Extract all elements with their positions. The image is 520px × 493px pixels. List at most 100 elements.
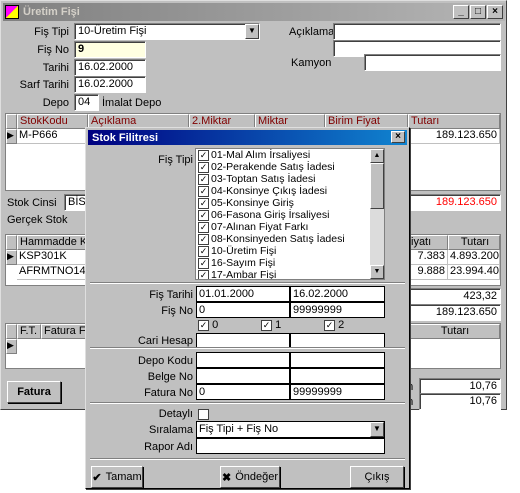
col-ft[interactable]: F.T. [17,324,41,339]
depo-kodu-from[interactable] [196,352,290,368]
chevron-down-icon[interactable]: ▼ [370,422,384,437]
chevron-down-icon[interactable]: ▼ [245,24,259,39]
table-row[interactable]: KSP301K [17,250,89,265]
dialog-title-bar[interactable]: Stok Filitresi × [88,130,407,145]
dlg-fis-tipi-label: Fiş Tipi [158,154,193,166]
depo-name: İmalat Depo [102,97,162,109]
checklist-item[interactable]: ✓ 03-Toptan Satış İadesi [196,173,384,185]
fis-no-field[interactable]: 9 [74,41,146,58]
maximize-icon[interactable]: □ [470,5,486,19]
checkbox-checked-icon[interactable]: ✓ [198,257,209,269]
detayli-label: Detaylı [158,408,193,420]
fis-tarihi-to[interactable]: 16.02.2000 [290,286,385,302]
checkbox-checked-icon[interactable]: ✓ [198,197,209,209]
checklist-item[interactable]: ✓ 06-Fasona Giriş İrsaliyesi [196,209,384,221]
col-hammadde[interactable]: Hammadde Ko [17,235,89,250]
table-cell[interactable]: 4.893.200 [448,250,500,265]
ondeger-button[interactable]: ✖ Öndeğer [220,466,280,488]
fis-tarihi-label: Fiş Tarihi [149,289,193,301]
checklist-item[interactable]: ✓ 05-Konsinye Giriş [196,197,384,209]
checkbox-checked-icon[interactable]: ✓ [198,319,209,331]
belge-no-from[interactable] [196,368,290,384]
grid2-corner [6,235,17,250]
checklist-item[interactable]: ✓ 04-Konsinye Çıkış İadesi [196,185,384,197]
fatura-no-from[interactable]: 0 [196,384,290,400]
checkbox-checked-icon[interactable]: ✓ [198,245,209,257]
checklist-item[interactable]: ✓ 01-Mal Alım İrsaliyesi [196,149,384,161]
check-0[interactable]: ✓ 0 [198,319,218,331]
table-cell[interactable]: 9.888 [408,265,448,280]
fis-no-from[interactable]: 0 [196,302,290,318]
tamam-button[interactable]: ✔ Tamam [91,466,143,488]
checkbox-checked-icon[interactable]: ✓ [198,149,209,161]
checkbox-checked-icon[interactable]: ✓ [198,161,209,173]
fis-tipi-label: Fiş Tipi [34,26,69,38]
gercek-stok-label: Gerçek Stok [7,214,68,226]
rapor-adi-field[interactable] [196,438,385,454]
depo-label: Depo [42,97,69,109]
checkbox-checked-icon[interactable]: ✓ [324,319,335,331]
fis-tarihi-from[interactable]: 01.01.2000 [196,286,290,302]
kamyon-field[interactable] [364,54,501,71]
dialog-close-icon[interactable]: × [391,131,405,143]
scroll-down-icon[interactable]: ▼ [370,265,384,279]
minimize-icon[interactable]: _ [453,5,469,19]
scroll-thumb[interactable] [370,163,384,209]
fatura-no-to[interactable]: 99999999 [290,384,385,400]
col-tutari3[interactable]: Tutarı [408,324,500,339]
table-cell[interactable]: 7.383 [408,250,448,265]
checkbox-checked-icon[interactable]: ✓ [198,173,209,185]
checklist-item[interactable]: ✓ 08-Konsinyeden Satış İadesi [196,233,384,245]
col-tutari2[interactable]: Tutarı [448,235,500,250]
table-row[interactable]: AFRMTNO14D [17,265,89,280]
depo-field[interactable]: 04 [74,94,99,111]
fatura-button[interactable]: Fatura [7,381,61,403]
fis-no-to[interactable]: 99999999 [290,302,385,318]
fis-tipi-select[interactable]: 10-Üretim Fişi ▼ [74,23,260,40]
checkbox-checked-icon[interactable]: ✓ [198,233,209,245]
scroll-up-icon[interactable]: ▲ [370,149,384,163]
close-icon[interactable]: × [487,5,503,19]
checkbox-checked-icon[interactable]: ✓ [198,185,209,197]
depo-kodu-to[interactable] [290,352,385,368]
belge-no-label: Belge No [147,371,193,383]
col-fiyati[interactable]: iyatı [408,235,448,250]
checklist-item[interactable]: ✓ 02-Perakende Satış İadesi [196,161,384,173]
checkbox-checked-icon[interactable]: ✓ [198,221,209,233]
checklist-item[interactable]: ✓ 17-Ambar Fişi [196,269,384,279]
cikis-button[interactable]: Çıkış [350,466,404,488]
checklist-item[interactable]: ✓ 07-Alınan Fiyat Farkı [196,221,384,233]
fis-no-label: Fiş No [37,44,69,56]
checklist-item[interactable]: ✓ 10-Üretim Fişi [196,245,384,257]
detayli-checkbox[interactable] [198,409,209,420]
siralama-select[interactable]: Fiş Tipi + Fiş No ▼ [196,421,385,438]
checkmark-icon: ✔ [92,471,102,484]
col-stokkodu[interactable]: StokKodu [17,114,88,129]
fatura-no-label: Fatura No [144,387,193,399]
col-fatura-fis[interactable]: Fatura Fiş [41,324,91,339]
tarihi-field[interactable]: 16.02.2000 [74,59,146,76]
belge-no-to[interactable] [290,368,385,384]
main-title-bar[interactable]: Üretim Fişi _ □ × [3,3,505,21]
grid1-tutar[interactable]: 189.123.650 [408,129,500,144]
col-tutari[interactable]: Tutarı [408,114,500,129]
app-icon [5,5,19,19]
checkbox-checked-icon[interactable]: ✓ [198,269,209,279]
checkbox-checked-icon[interactable]: ✓ [198,209,209,221]
sarf-tarihi-field[interactable]: 16.02.2000 [74,76,146,93]
checklist-item-label: 03-Toptan Satış İadesi [211,173,316,185]
checklist-item[interactable]: ✓ 16-Sayım Fişi [196,257,384,269]
row-indicator-icon: ▶ [6,250,17,265]
table-cell[interactable]: 23.994.400 [448,265,500,280]
checklist-item-label: 16-Sayım Fişi [211,257,276,269]
fis-tipi-checklist[interactable]: ✓ 01-Mal Alım İrsaliyesi ✓ 02-Perakende Sat… [195,148,385,280]
kamyon-label: Kamyon [291,57,332,69]
table-row[interactable]: M-P666 [17,129,88,144]
checklist-scrollbar[interactable]: ▲ ▼ [370,149,384,279]
aciklama-field-1[interactable] [333,23,501,40]
check-1[interactable]: ✓ 1 [261,319,281,331]
stok-cinsi-field[interactable]: BİS [64,194,86,211]
x-icon: ✖ [221,471,232,484]
check-2[interactable]: ✓ 2 [324,319,344,331]
checkbox-checked-icon[interactable]: ✓ [261,319,272,331]
